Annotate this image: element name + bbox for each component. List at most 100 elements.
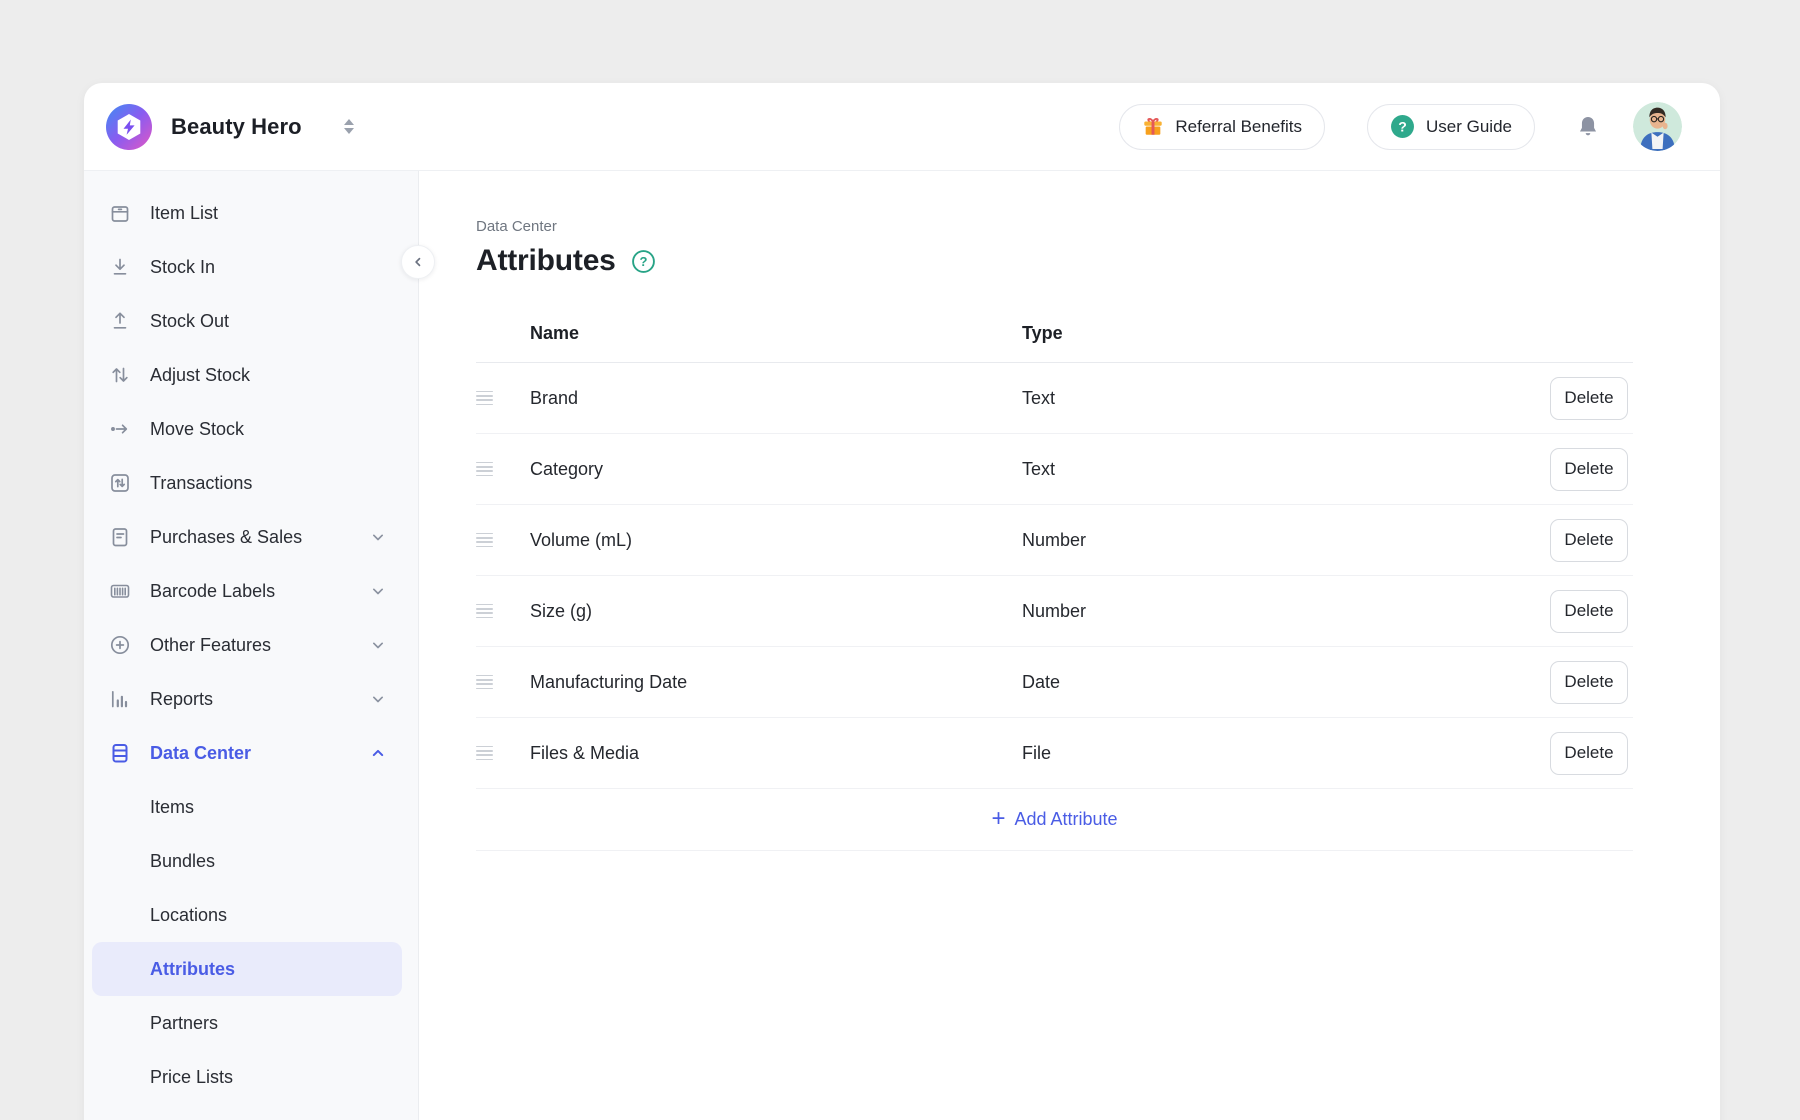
sidebar-subitem-price-lists[interactable]: Price Lists	[84, 1050, 418, 1104]
arrows-up-down-icon	[108, 363, 132, 387]
sidebar-item-stock-out[interactable]: Stock Out	[84, 294, 418, 348]
sidebar-item-label: Item List	[150, 203, 218, 224]
table-header-row: Name Type	[476, 304, 1633, 363]
sidebar-subitem-label: Locations	[150, 905, 227, 926]
drag-handle-icon[interactable]	[476, 391, 493, 406]
sidebar-item-label: Stock In	[150, 257, 215, 278]
sidebar-item-purchases-sales[interactable]: Purchases & Sales	[84, 510, 418, 564]
drag-handle-icon[interactable]	[476, 746, 493, 761]
table-row: Volume (mL) Number Delete	[476, 505, 1633, 576]
top-header: Beauty Hero Referral Benefits	[84, 83, 1720, 171]
drag-handle-icon[interactable]	[476, 604, 493, 619]
attribute-type: File	[1022, 743, 1503, 764]
attribute-name: Brand	[530, 388, 1022, 409]
column-header-type: Type	[1022, 323, 1503, 344]
sidebar-item-data-center[interactable]: Data Center	[84, 726, 418, 780]
svg-text:?: ?	[1398, 118, 1407, 134]
drag-handle-icon[interactable]	[476, 462, 493, 477]
sidebar-item-adjust-stock[interactable]: Adjust Stock	[84, 348, 418, 402]
sidebar-item-label: Reports	[150, 689, 213, 710]
sidebar-subitem-bundles[interactable]: Bundles	[84, 834, 418, 888]
app-window: Beauty Hero Referral Benefits	[84, 83, 1720, 1120]
delete-button[interactable]: Delete	[1550, 448, 1628, 491]
help-icon[interactable]: ?	[631, 249, 656, 274]
workspace-title: Beauty Hero	[171, 114, 302, 140]
gift-icon	[1142, 116, 1164, 138]
attribute-name: Manufacturing Date	[530, 672, 1022, 693]
delete-button[interactable]: Delete	[1550, 732, 1628, 775]
sidebar-subitem-partners[interactable]: Partners	[84, 996, 418, 1050]
svg-text:?: ?	[639, 254, 647, 269]
sidebar-item-label: Purchases & Sales	[150, 527, 302, 548]
sidebar-subitem-label: Attributes	[150, 959, 235, 980]
arrow-up-from-line-icon	[108, 309, 132, 333]
referral-benefits-label: Referral Benefits	[1175, 117, 1302, 137]
delete-button[interactable]: Delete	[1550, 590, 1628, 633]
sidebar-item-label: Move Stock	[150, 419, 244, 440]
sidebar-item-barcode-labels[interactable]: Barcode Labels	[84, 564, 418, 618]
sidebar-item-item-list[interactable]: Item List	[84, 186, 418, 240]
delete-button[interactable]: Delete	[1550, 519, 1628, 562]
chevron-down-icon	[368, 635, 388, 655]
attribute-name: Category	[530, 459, 1022, 480]
chevron-down-icon	[368, 689, 388, 709]
workspace-switcher-icon[interactable]	[344, 119, 354, 134]
attribute-name: Size (g)	[530, 601, 1022, 622]
app-logo-icon	[106, 104, 152, 150]
table-row: Files & Media File Delete	[476, 718, 1633, 789]
column-header-name: Name	[530, 323, 1022, 344]
chevron-down-icon	[368, 527, 388, 547]
referral-benefits-button[interactable]: Referral Benefits	[1119, 104, 1325, 150]
transactions-box-icon	[108, 471, 132, 495]
sidebar-item-label: Stock Out	[150, 311, 229, 332]
sidebar-subitem-label: Partners	[150, 1013, 218, 1034]
document-icon	[108, 525, 132, 549]
database-icon	[108, 741, 132, 765]
sidebar-subitem-label: Bundles	[150, 851, 215, 872]
user-guide-label: User Guide	[1426, 117, 1512, 137]
sidebar-subitem-locations[interactable]: Locations	[84, 888, 418, 942]
page-title: Attributes	[476, 244, 616, 278]
sidebar-subitem-label: Items	[150, 797, 194, 818]
user-avatar[interactable]	[1633, 102, 1682, 151]
notifications-bell-icon[interactable]	[1575, 114, 1601, 140]
sidebar-item-stock-in[interactable]: Stock In	[84, 240, 418, 294]
attribute-name: Files & Media	[530, 743, 1022, 764]
header-actions: Referral Benefits ? User Guide	[1119, 102, 1682, 151]
delete-button[interactable]: Delete	[1550, 661, 1628, 704]
breadcrumb: Data Center	[476, 218, 1720, 235]
delete-button[interactable]: Delete	[1550, 377, 1628, 420]
sidebar-collapse-button[interactable]	[401, 245, 435, 279]
sidebar-item-transactions[interactable]: Transactions	[84, 456, 418, 510]
sidebar-subitem-label: Price Lists	[150, 1067, 233, 1088]
bar-chart-icon	[108, 687, 132, 711]
main-content: Data Center Attributes ? Name Type	[419, 171, 1720, 1120]
sidebar-item-label: Transactions	[150, 473, 252, 494]
drag-handle-icon[interactable]	[476, 675, 493, 690]
table-row: Brand Text Delete	[476, 363, 1633, 434]
sidebar-item-move-stock[interactable]: Move Stock	[84, 402, 418, 456]
attribute-type: Date	[1022, 672, 1503, 693]
drag-handle-icon[interactable]	[476, 533, 493, 548]
sidebar-item-label: Data Center	[150, 743, 251, 764]
table-row: Size (g) Number Delete	[476, 576, 1633, 647]
barcode-icon	[108, 579, 132, 603]
add-attribute-button[interactable]: + Add Attribute	[476, 789, 1633, 851]
attribute-type: Number	[1022, 601, 1503, 622]
chevron-up-icon	[368, 743, 388, 763]
arrow-right-from-dot-icon	[108, 417, 132, 441]
sidebar-subitem-attributes[interactable]: Attributes	[92, 942, 402, 996]
sidebar: Item List Stock In Stock Out Adjust Stoc…	[84, 171, 419, 1120]
sidebar-item-label: Adjust Stock	[150, 365, 250, 386]
sidebar-item-other-features[interactable]: Other Features	[84, 618, 418, 672]
attribute-type: Text	[1022, 388, 1503, 409]
sidebar-item-label: Barcode Labels	[150, 581, 275, 602]
attribute-type: Text	[1022, 459, 1503, 480]
user-guide-button[interactable]: ? User Guide	[1367, 104, 1535, 150]
sidebar-item-label: Other Features	[150, 635, 271, 656]
sidebar-item-reports[interactable]: Reports	[84, 672, 418, 726]
sidebar-subitem-items[interactable]: Items	[84, 780, 418, 834]
plus-icon: +	[991, 807, 1005, 831]
attribute-type: Number	[1022, 530, 1503, 551]
arrow-down-to-line-icon	[108, 255, 132, 279]
